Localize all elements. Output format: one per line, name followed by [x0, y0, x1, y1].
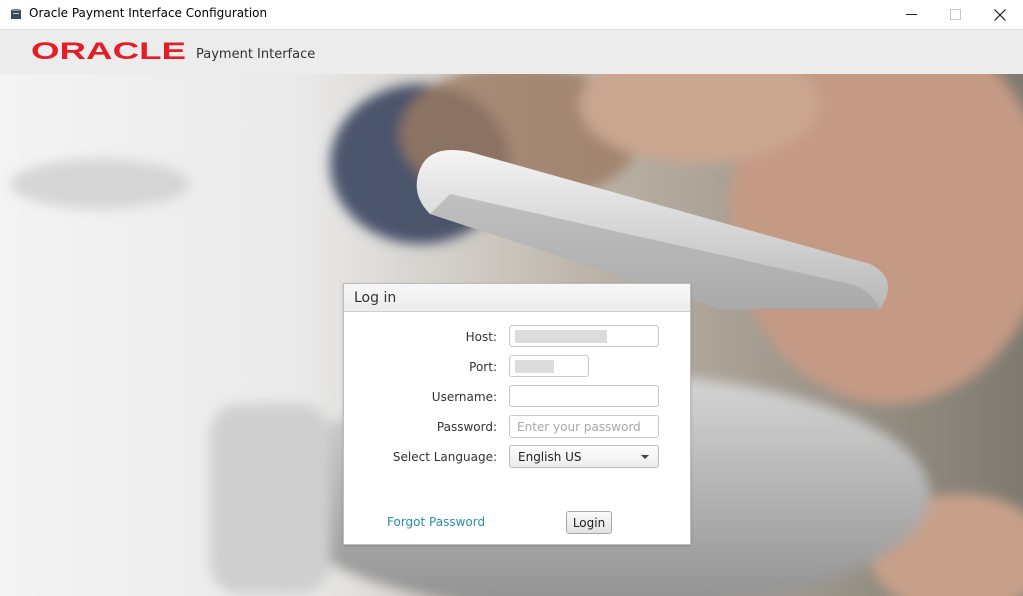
username-input[interactable]: [509, 385, 659, 407]
password-input[interactable]: [509, 415, 659, 438]
port-label: Port:: [469, 360, 497, 374]
host-input[interactable]: [509, 325, 659, 347]
window-titlebar: Oracle Payment Interface Configuration: [0, 0, 1023, 29]
svg-text:ORACLE: ORACLE: [31, 39, 186, 63]
oracle-logo: ORACLE: [31, 39, 186, 63]
language-select[interactable]: English US: [509, 445, 659, 468]
product-name: Payment Interface: [196, 47, 316, 62]
minimize-button[interactable]: [888, 0, 934, 29]
maximize-icon: [949, 9, 961, 20]
close-icon: [994, 8, 1006, 21]
username-label: Username:: [431, 390, 497, 404]
app-header: ORACLE Payment Interface: [0, 29, 1023, 74]
language-select-value: English US: [518, 450, 582, 464]
login-dialog-title: Log in: [354, 290, 397, 306]
minimize-icon: [905, 14, 917, 15]
host-redaction: [515, 330, 607, 343]
maximize-button[interactable]: [932, 0, 978, 29]
login-dialog: Log in: [343, 283, 691, 545]
login-dialog-header: Log in: [344, 284, 690, 312]
password-label: Password:: [436, 420, 497, 434]
port-redaction: [515, 360, 554, 373]
close-button[interactable]: [977, 0, 1023, 29]
chevron-down-icon: [641, 455, 649, 459]
port-input[interactable]: [509, 355, 589, 377]
window-title: Oracle Payment Interface Configuration: [29, 6, 268, 20]
login-button[interactable]: Login: [566, 511, 612, 534]
language-label: Select Language:: [392, 450, 497, 464]
app-icon: [11, 9, 21, 19]
host-label: Host:: [465, 330, 497, 344]
forgot-password-link[interactable]: Forgot Password: [387, 515, 485, 529]
